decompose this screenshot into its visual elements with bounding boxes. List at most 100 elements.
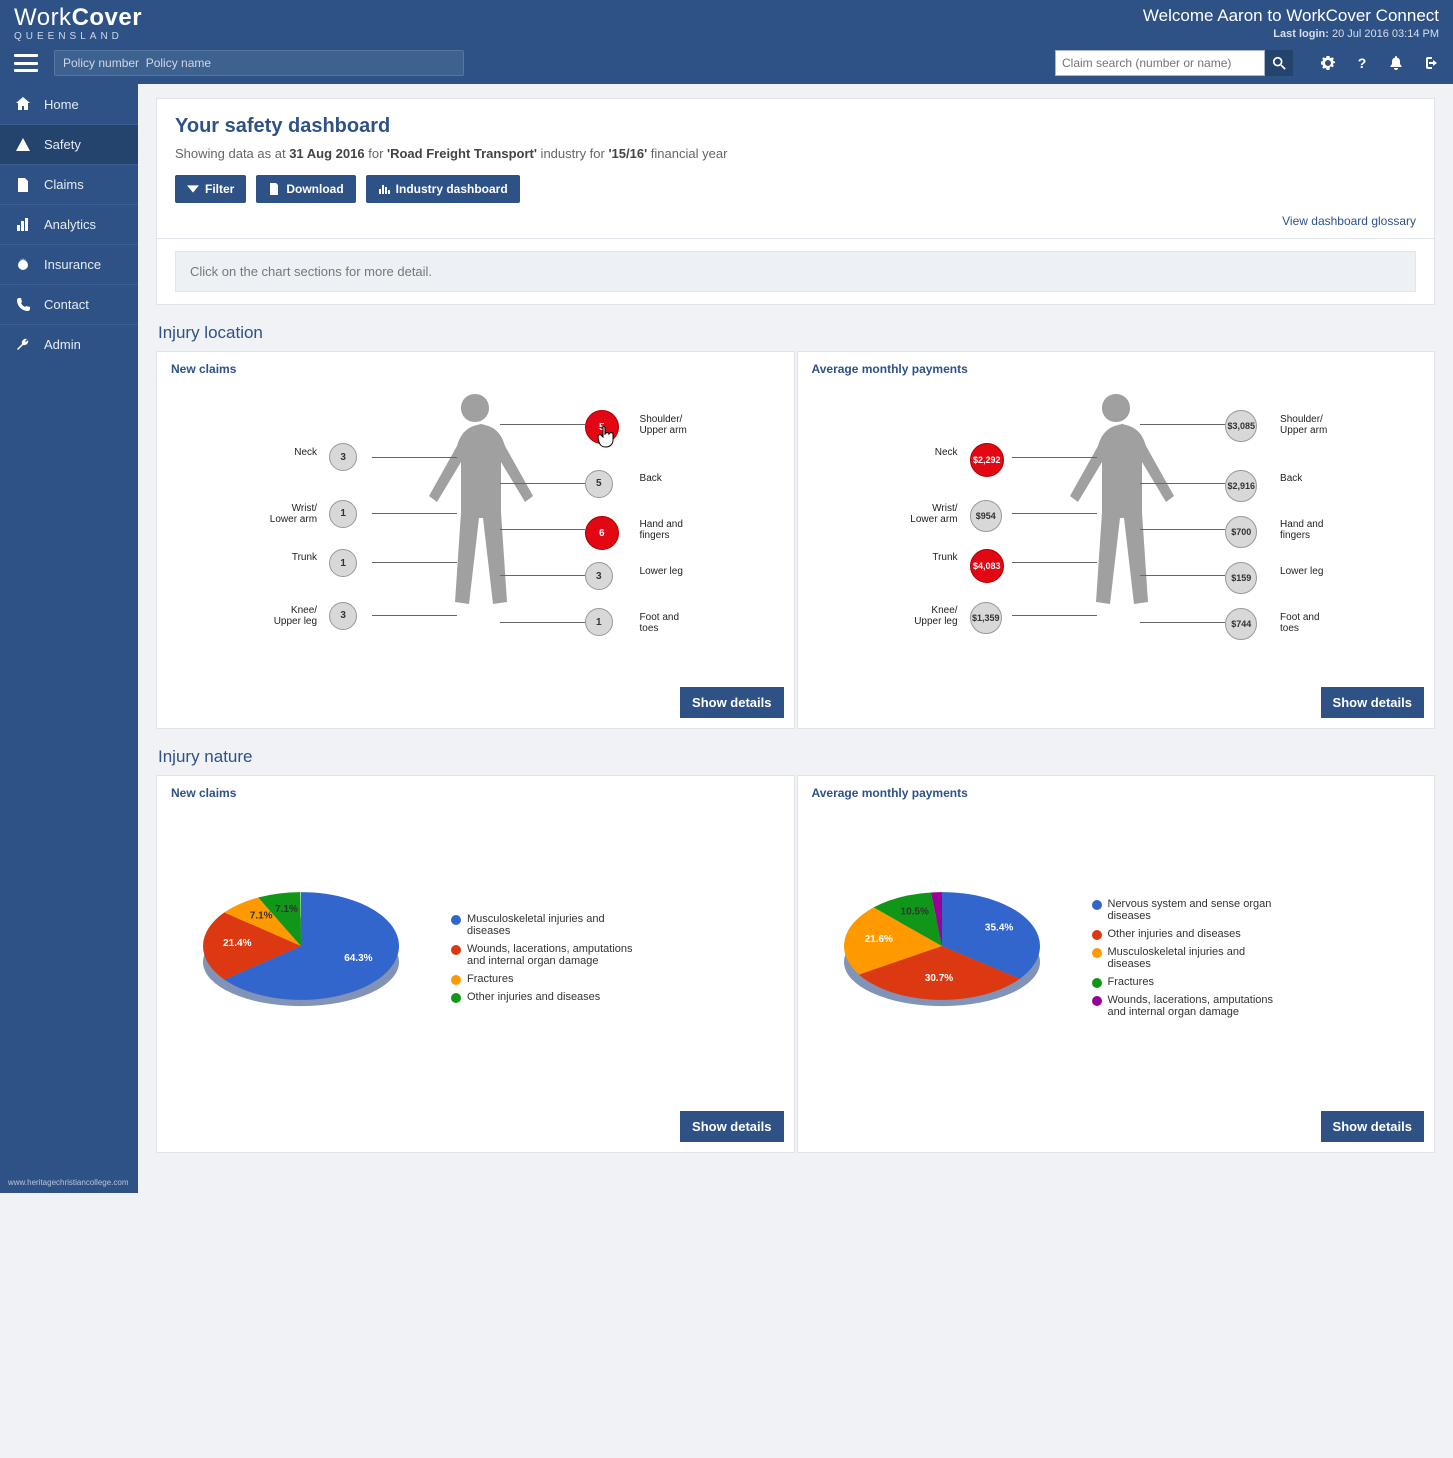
policy-number: Policy number [63, 56, 139, 70]
warning-icon [14, 136, 32, 154]
body-dot-foot[interactable]: $744 [1225, 608, 1257, 640]
sidebar-item-safety[interactable]: Safety [0, 124, 138, 164]
body-dot-wrist[interactable]: 1 [329, 500, 357, 528]
logout-icon[interactable] [1421, 54, 1439, 72]
search-input[interactable] [1055, 50, 1265, 76]
legend-item: Musculoskeletal injuries and diseases [451, 913, 641, 937]
legend-item: Nervous system and sense organ diseases [1092, 898, 1282, 922]
legend-item: Wounds, lacerations, amputations and int… [1092, 994, 1282, 1018]
body-dot-shoulder[interactable]: $3,085 [1225, 410, 1257, 442]
svg-text:21.4%: 21.4% [223, 938, 251, 949]
legend-item: Musculoskeletal injuries and diseases [1092, 946, 1282, 970]
svg-text:7.1%: 7.1% [250, 911, 273, 922]
gear-icon[interactable] [1319, 54, 1337, 72]
body-dot-wrist[interactable]: $954 [970, 500, 1002, 532]
download-button[interactable]: Download [256, 175, 355, 203]
body-dot-lowerleg[interactable]: $159 [1225, 562, 1257, 594]
lastlogin-label: Last login: [1273, 28, 1329, 40]
body-dot-knee[interactable]: $1,359 [970, 602, 1002, 634]
page-subtitle: Showing data as at 31 Aug 2016 for 'Road… [175, 146, 1416, 161]
body-label-lowerleg: Lower leg [640, 566, 683, 577]
legend-item: Other injuries and diseases [1092, 928, 1282, 940]
show-details-button[interactable]: Show details [1321, 687, 1424, 718]
legend-item: Fractures [1092, 976, 1282, 988]
search-button[interactable] [1265, 50, 1293, 76]
body-label-foot: Foot andtoes [640, 612, 679, 634]
swatch [1092, 978, 1102, 988]
chevron-down-icon [187, 183, 199, 195]
badge-icon [14, 256, 32, 274]
claim-search [1055, 50, 1293, 76]
welcome-post: to WorkCover Connect [1263, 6, 1439, 25]
legend-item: Wounds, lacerations, amputations and int… [451, 943, 641, 967]
sidebar-item-contact[interactable]: Contact [0, 284, 138, 324]
body-dot-trunk[interactable]: $4,083 [970, 549, 1004, 583]
bell-icon[interactable] [1387, 54, 1405, 72]
sidebar: Home Safety Claims Analytics Insurance C… [0, 84, 138, 1193]
body-dot-back[interactable]: $2,916 [1225, 470, 1257, 502]
body-diagram-new-claims[interactable]: 3Neck1Wrist/Lower arm1Trunk3Knee/Upper l… [171, 384, 780, 714]
brand-cover: Cover [72, 4, 143, 31]
svg-text:64.3%: 64.3% [344, 953, 372, 964]
body-dot-hand[interactable]: 6 [585, 516, 619, 550]
welcome-name: Aaron [1217, 6, 1262, 25]
body-label-wrist: Wrist/Lower arm [910, 503, 957, 525]
body-label-neck: Neck [935, 447, 958, 458]
body-label-lowerleg: Lower leg [1280, 566, 1323, 577]
body-diagram-avg-pay[interactable]: $2,292 Neck $954 Wrist/Lower arm $4,083 Trunk… [812, 384, 1421, 714]
menu-icon[interactable] [14, 54, 38, 72]
svg-text:21.6%: 21.6% [864, 934, 892, 945]
section-title-injury-location: Injury location [158, 323, 1435, 343]
topbar: WorkCover QUEENSLAND Welcome Aaron to Wo… [0, 0, 1453, 84]
sidebar-item-claims[interactable]: Claims [0, 164, 138, 204]
show-details-button[interactable]: Show details [680, 1111, 783, 1142]
swatch [1092, 900, 1102, 910]
header-panel: Your safety dashboard Showing data as at… [156, 98, 1435, 239]
body-label-neck: Neck [294, 447, 317, 458]
filter-button[interactable]: Filter [175, 175, 246, 203]
sidebar-item-admin[interactable]: Admin [0, 324, 138, 364]
policy-selector[interactable]: Policy number Policy name [54, 50, 464, 76]
sidebar-item-label: Insurance [44, 257, 101, 272]
card-title: Average monthly payments [812, 786, 1421, 800]
sidebar-item-label: Contact [44, 297, 89, 312]
body-dot-knee[interactable]: 3 [329, 602, 357, 630]
sidebar-item-home[interactable]: Home [0, 84, 138, 124]
body-label-trunk: Trunk [292, 552, 317, 563]
download-icon [268, 183, 280, 195]
card-title: New claims [171, 786, 780, 800]
show-details-button[interactable]: Show details [1321, 1111, 1424, 1142]
help-icon[interactable]: ? [1353, 54, 1371, 72]
pie-chart-new-claims[interactable]: 64.3%21.4%7.1%7.1% [171, 828, 431, 1088]
legend-avg-pay: Nervous system and sense organ diseases O… [1092, 898, 1282, 1018]
body-dot-back[interactable]: 5 [585, 470, 613, 498]
body-label-shoulder: Shoulder/Upper arm [640, 414, 687, 436]
sidebar-item-label: Safety [44, 137, 81, 152]
legend-item: Fractures [451, 973, 641, 985]
show-details-button[interactable]: Show details [680, 687, 783, 718]
body-dot-foot[interactable]: 1 [585, 608, 613, 636]
pie-chart-avg-pay[interactable]: 35.4%30.7%21.6%10.5% [812, 828, 1072, 1088]
card-injury-nature-avg-pay: Average monthly payments 35.4%30.7%21.6%… [797, 775, 1436, 1153]
search-icon [1272, 56, 1286, 70]
body-dot-neck[interactable]: $2,292 [970, 443, 1004, 477]
industry-dashboard-button[interactable]: Industry dashboard [366, 175, 520, 203]
glossary-link[interactable]: View dashboard glossary [1282, 214, 1416, 228]
body-label-shoulder: Shoulder/Upper arm [1280, 414, 1327, 436]
document-icon [14, 176, 32, 194]
swatch [451, 993, 461, 1003]
wrench-icon [14, 336, 32, 354]
body-dot-hand[interactable]: $700 [1225, 516, 1257, 548]
body-dot-lowerleg[interactable]: 3 [585, 562, 613, 590]
sidebar-item-analytics[interactable]: Analytics [0, 204, 138, 244]
welcome-pre: Welcome [1143, 6, 1217, 25]
body-dot-neck[interactable]: 3 [329, 443, 357, 471]
svg-text:35.4%: 35.4% [984, 922, 1012, 933]
cursor-icon [597, 424, 617, 448]
body-dot-trunk[interactable]: 1 [329, 549, 357, 577]
sidebar-item-label: Analytics [44, 217, 96, 232]
body-label-hand: Hand andfingers [1280, 519, 1323, 541]
page-title: Your safety dashboard [175, 115, 1416, 138]
body-label-trunk: Trunk [932, 552, 957, 563]
sidebar-item-insurance[interactable]: Insurance [0, 244, 138, 284]
